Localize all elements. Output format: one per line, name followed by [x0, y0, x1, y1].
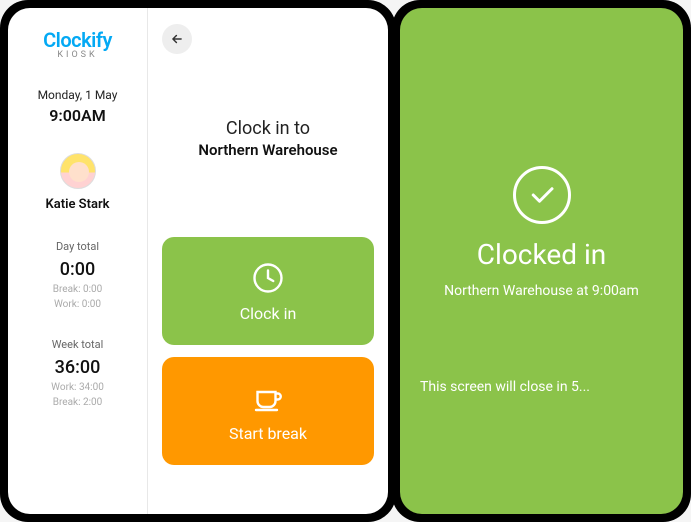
- day-total-label: Day total: [53, 240, 103, 253]
- main-panel: Clock in to Northern Warehouse Clock in …: [148, 8, 388, 514]
- logo-sub: KIOSK: [57, 50, 97, 60]
- back-button[interactable]: [162, 24, 192, 54]
- arrow-left-icon: [170, 32, 184, 46]
- kiosk-device-main: Clockify KIOSK Monday, 1 May 9:00AM Kati…: [0, 0, 396, 522]
- screen-confirm: Clocked in Northern Warehouse at 9:00am …: [400, 8, 683, 514]
- kiosk-device-confirm: Clocked in Northern Warehouse at 9:00am …: [392, 0, 691, 522]
- day-total-value: 0:00: [53, 259, 103, 280]
- prompt-line1: Clock in to: [162, 118, 374, 139]
- confirm-subtitle: Northern Warehouse at 9:00am: [444, 283, 639, 299]
- start-break-button[interactable]: Start break: [162, 357, 374, 465]
- prompt-location: Northern Warehouse: [162, 141, 374, 159]
- avatar: [60, 153, 96, 189]
- clock-icon: [250, 260, 286, 296]
- day-total-work: Work: 0:00: [53, 299, 103, 310]
- check-icon: [527, 180, 557, 210]
- logo: Clockify: [43, 28, 112, 52]
- clock-in-prompt: Clock in to Northern Warehouse: [162, 118, 374, 159]
- start-break-label: Start break: [229, 424, 307, 443]
- day-total-break: Break: 0:00: [53, 284, 103, 295]
- sidebar: Clockify KIOSK Monday, 1 May 9:00AM Kati…: [8, 8, 148, 514]
- week-total-value: 36:00: [51, 357, 104, 378]
- week-total-break: Break: 2:00: [51, 397, 104, 408]
- user-name: Katie Stark: [45, 197, 109, 212]
- week-total: Week total 36:00 Work: 34:00 Break: 2:00: [51, 338, 104, 408]
- current-date: Monday, 1 May: [38, 88, 118, 102]
- day-total: Day total 0:00 Break: 0:00 Work: 0:00: [53, 240, 103, 310]
- clock-in-label: Clock in: [240, 304, 297, 323]
- screen-main: Clockify KIOSK Monday, 1 May 9:00AM Kati…: [8, 8, 388, 514]
- week-total-label: Week total: [51, 338, 104, 351]
- coffee-cup-icon: [250, 380, 286, 416]
- check-circle-icon: [513, 166, 571, 224]
- current-time: 9:00AM: [49, 106, 105, 125]
- clock-in-button[interactable]: Clock in: [162, 237, 374, 345]
- week-total-work: Work: 34:00: [51, 382, 104, 393]
- confirm-title: Clocked in: [477, 238, 606, 271]
- confirm-closing: This screen will close in 5...: [400, 379, 590, 395]
